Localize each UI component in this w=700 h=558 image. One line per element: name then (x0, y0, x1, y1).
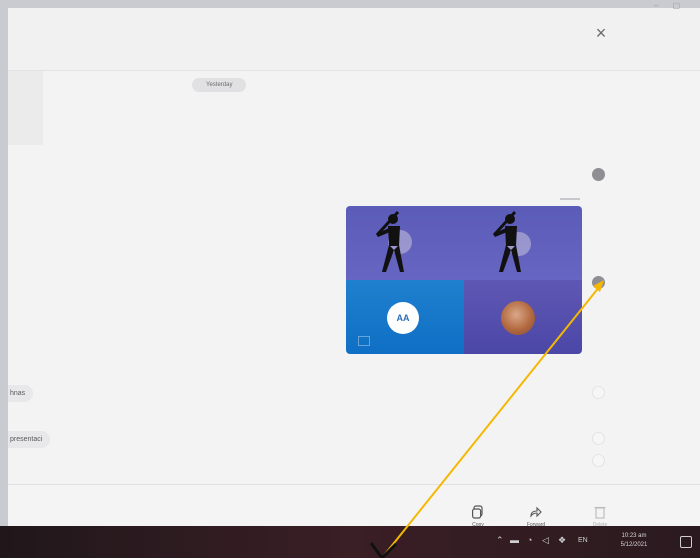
corner-icon (358, 336, 370, 346)
chat-window: – ▢ × Yesterday hnas presentaci AA Copy … (8, 1, 700, 528)
dropbox-icon[interactable]: ❖ (558, 535, 566, 546)
select-circle-selected[interactable] (592, 276, 605, 289)
close-button[interactable]: × (590, 22, 612, 44)
participant-3: AA (346, 280, 464, 354)
notification-icon[interactable] (680, 536, 692, 548)
initials-avatar: AA (387, 302, 419, 334)
select-circle[interactable] (592, 168, 605, 181)
avatar (501, 301, 535, 335)
select-circle[interactable] (592, 386, 605, 399)
date-divider: Yesterday (192, 78, 247, 92)
copy-icon (472, 505, 483, 519)
chevron-up-icon[interactable]: ⌃ (496, 535, 504, 546)
delete-button[interactable]: Delete (580, 505, 620, 528)
copy-button[interactable]: Copy (458, 505, 498, 528)
message-meta (560, 198, 580, 200)
participant-4 (464, 280, 582, 354)
baseball-batter-icon (492, 210, 521, 272)
clock-date: 5/12/2021 (620, 542, 648, 548)
clock[interactable]: 10:23 am 5/12/2021 (618, 532, 650, 550)
select-circle[interactable] (592, 432, 605, 445)
language-indicator[interactable]: EN (578, 537, 588, 544)
participants-tile[interactable]: AA (346, 206, 582, 354)
left-panel (8, 71, 43, 145)
message-bubble[interactable]: presentaci (8, 431, 51, 448)
baseball-batter-icon (375, 210, 404, 272)
delete-icon (594, 506, 606, 519)
taskbar: ⌃ ▬ ◔ ◁ ❖ EN 10:23 am 5/12/2021 (0, 526, 700, 558)
clock-time: 10:23 am (621, 533, 647, 539)
participant-1 (374, 210, 422, 274)
action-bar: Copy Forward Delete (8, 484, 700, 528)
select-circle[interactable] (592, 454, 605, 467)
battery-icon[interactable]: ▬ (510, 535, 519, 545)
window-controls[interactable]: – ▢ (654, 1, 686, 10)
participants-top-row (346, 206, 582, 280)
message-bubble[interactable]: hnas (8, 385, 34, 402)
forward-button[interactable]: Forward (516, 505, 556, 528)
participant-2 (491, 210, 539, 274)
volume-icon[interactable]: ◁ (542, 535, 549, 546)
title-bar: – ▢ × (8, 1, 700, 71)
forward-icon (530, 506, 542, 518)
network-icon[interactable]: ◔ (527, 535, 532, 545)
